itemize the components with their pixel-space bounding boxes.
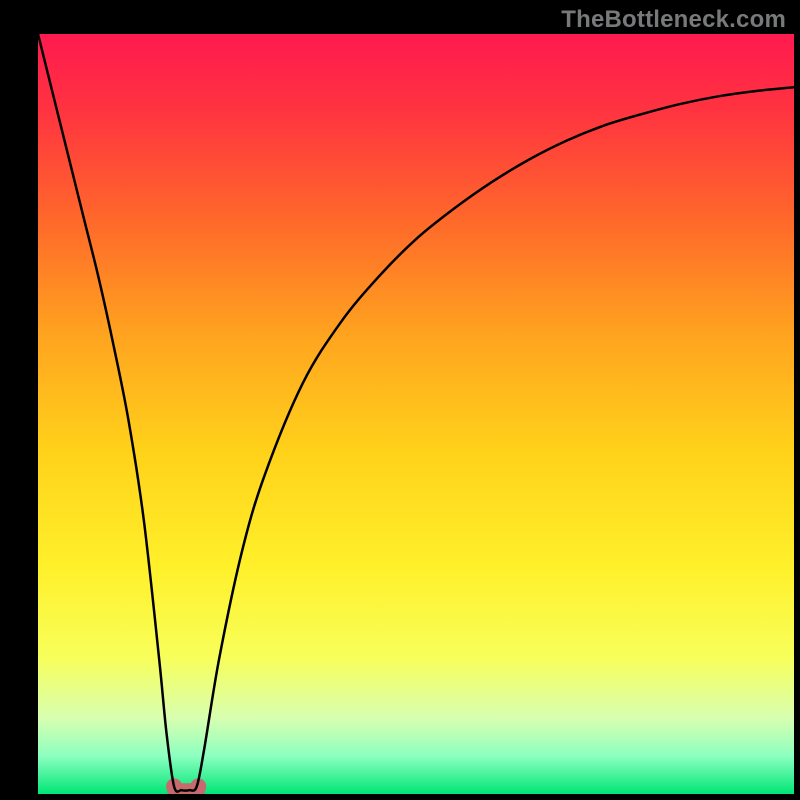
chart-frame: TheBottleneck.com bbox=[0, 0, 800, 800]
bottleneck-chart bbox=[0, 0, 800, 800]
watermark-text: TheBottleneck.com bbox=[561, 6, 786, 34]
plot-background bbox=[38, 34, 794, 794]
